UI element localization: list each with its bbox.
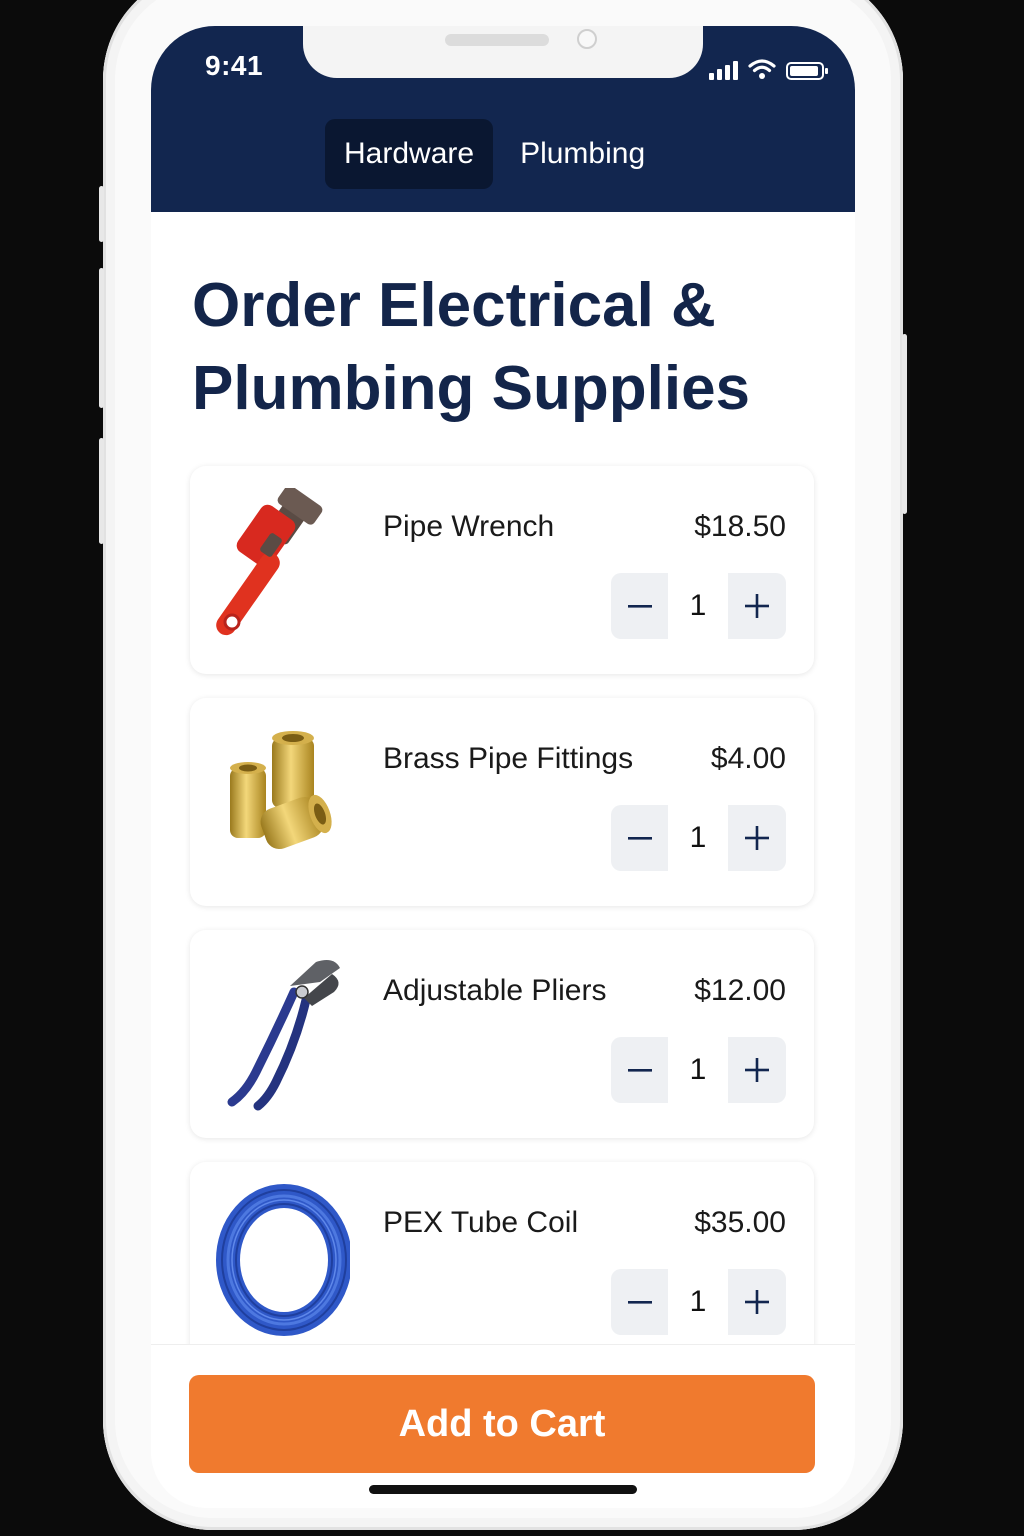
- product-name: Pipe Wrench: [383, 510, 555, 543]
- side-button-left-3: [99, 438, 104, 544]
- quantity-stepper: 1: [611, 573, 786, 639]
- product-name: PEX Tube Coil: [383, 1206, 579, 1239]
- pliers-icon: [227, 960, 340, 1111]
- battery-icon: [786, 62, 828, 80]
- minus-icon: [627, 1069, 652, 1072]
- top-header: 9:41 Hardware Plumbing: [151, 26, 855, 212]
- category-tabs: Hardware Plumbing: [325, 119, 664, 189]
- quantity-value[interactable]: 1: [668, 573, 728, 639]
- minus-icon: [627, 837, 652, 840]
- page-title: Order Electrical & Plumbing Supplies: [192, 264, 812, 430]
- pipe-wrench-icon: [216, 488, 323, 636]
- product-name: Brass Pipe Fittings: [383, 742, 634, 775]
- camera-icon: [577, 29, 597, 49]
- plus-icon: [744, 594, 769, 618]
- status-icons: [709, 56, 828, 80]
- product-price: $4.00: [710, 742, 786, 775]
- increment-button[interactable]: [728, 805, 785, 871]
- plus-icon: [744, 1290, 769, 1314]
- brass-fittings-icon: [230, 731, 332, 850]
- add-to-cart-button[interactable]: Add to Cart: [189, 1375, 815, 1473]
- minus-icon: [627, 605, 652, 608]
- tab-hardware[interactable]: Hardware: [325, 119, 494, 189]
- product-card[interactable]: Pipe Wrench $18.50 1: [190, 466, 814, 674]
- tube-coil-icon: [216, 1184, 350, 1336]
- quantity-value[interactable]: 1: [668, 805, 728, 871]
- notch: [303, 26, 703, 78]
- home-indicator[interactable]: [369, 1485, 637, 1494]
- cellular-signal-icon: [709, 60, 738, 80]
- decrement-button[interactable]: [611, 805, 668, 871]
- speaker-icon: [445, 34, 549, 46]
- product-card[interactable]: Adjustable Pliers $12.00 1: [190, 930, 814, 1138]
- app-screen: 9:41 Hardware Plumbing Order Electrical …: [151, 26, 855, 1508]
- product-card[interactable]: Brass Pipe Fittings $4.00 1: [190, 698, 814, 906]
- product-name: Adjustable Pliers: [383, 974, 607, 1007]
- quantity-stepper: 1: [611, 1037, 786, 1103]
- plus-icon: [744, 1058, 769, 1082]
- status-time: 9:41: [205, 50, 264, 81]
- tab-plumbing[interactable]: Plumbing: [501, 119, 664, 189]
- product-price: $12.00: [694, 974, 786, 1007]
- quantity-stepper: 1: [611, 805, 786, 871]
- side-button-left-2: [99, 268, 104, 408]
- quantity-value[interactable]: 1: [668, 1269, 728, 1335]
- decrement-button[interactable]: [611, 1037, 668, 1103]
- decrement-button[interactable]: [611, 573, 668, 639]
- increment-button[interactable]: [728, 1037, 785, 1103]
- quantity-value[interactable]: 1: [668, 1037, 728, 1103]
- minus-icon: [627, 1301, 652, 1304]
- wifi-icon: [748, 59, 776, 79]
- bottom-action-bar: Add to Cart: [151, 1344, 855, 1508]
- product-price: $18.50: [694, 510, 786, 543]
- decrement-button[interactable]: [611, 1269, 668, 1335]
- side-button-right: [902, 334, 907, 514]
- quantity-stepper: 1: [611, 1269, 786, 1335]
- increment-button[interactable]: [728, 573, 785, 639]
- product-card[interactable]: PEX Tube Coil $35.00 1: [190, 1162, 814, 1370]
- plus-icon: [744, 826, 769, 850]
- page-title-line-1: Order Electrical &: [192, 271, 716, 340]
- product-price: $35.00: [694, 1206, 786, 1239]
- side-button-left-1: [99, 186, 104, 242]
- page-title-line-2: Plumbing Supplies: [192, 354, 751, 423]
- increment-button[interactable]: [728, 1269, 785, 1335]
